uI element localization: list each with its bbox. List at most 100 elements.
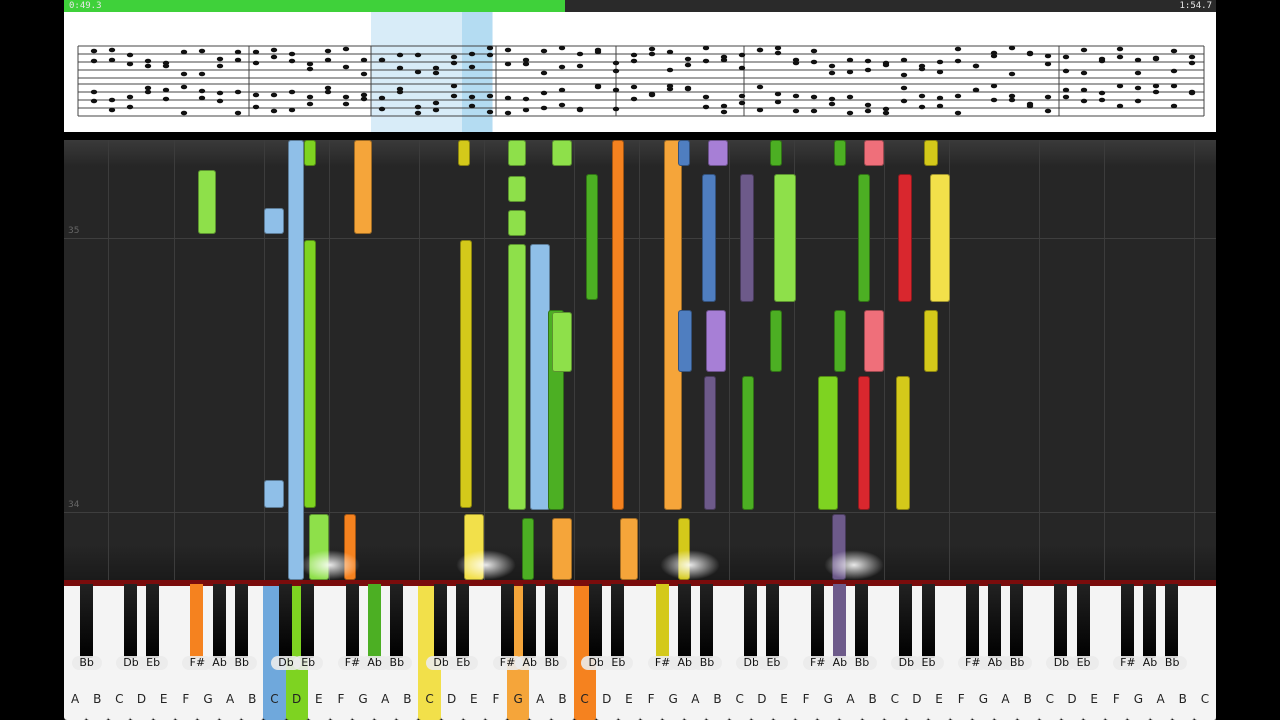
falling-note	[458, 140, 470, 166]
key-label: G	[823, 692, 833, 706]
falling-note	[198, 170, 216, 234]
black-key-db[interactable]: Db	[736, 584, 767, 670]
key-label: Eb	[138, 656, 169, 670]
key-label: E	[780, 692, 788, 706]
piano-roll: 35 34	[64, 140, 1216, 580]
black-key-db[interactable]: Db	[1046, 584, 1077, 670]
key-label: B	[713, 692, 722, 706]
falling-note	[898, 174, 912, 302]
black-key-f#[interactable]: F#	[492, 584, 523, 670]
falling-note	[678, 310, 692, 372]
key-hit-glow	[300, 550, 360, 580]
key-label: D	[136, 692, 147, 706]
key-label: Eb	[913, 656, 944, 670]
black-key-ab[interactable]: Ab	[979, 584, 1010, 670]
black-key-bb[interactable]: Bb	[226, 584, 257, 670]
key-label: C	[270, 692, 279, 706]
black-key-f#[interactable]: F#	[957, 584, 988, 670]
key-label: B	[248, 692, 257, 706]
black-key-db[interactable]: Db	[115, 584, 146, 670]
piano-keyboard[interactable]: ABCDEFGABCDEFGABCDEFGABCDEFGABCDEFGABCDE…	[64, 580, 1216, 720]
black-key-f#[interactable]: F#	[182, 584, 213, 670]
black-key-eb[interactable]: Eb	[913, 584, 944, 670]
black-key-db[interactable]: Db	[271, 584, 302, 670]
falling-note	[304, 140, 316, 166]
black-key-bb[interactable]: Bb	[536, 584, 567, 670]
black-key-ab[interactable]: Ab	[514, 584, 545, 670]
key-label: D	[1067, 692, 1077, 706]
black-key-eb[interactable]: Eb	[603, 584, 634, 670]
black-key-ab[interactable]: Ab	[824, 584, 855, 670]
falling-note	[702, 174, 716, 302]
black-key-db[interactable]: Db	[581, 584, 612, 670]
black-key-db[interactable]: Db	[426, 584, 457, 670]
falling-note	[552, 312, 572, 372]
key-hit-glow	[660, 550, 720, 580]
sheet-music-panel	[64, 12, 1216, 132]
black-key-ab[interactable]: Ab	[669, 584, 700, 670]
falling-note	[552, 518, 572, 580]
black-key-eb[interactable]: Eb	[1068, 584, 1099, 670]
key-label: F	[802, 692, 810, 706]
key-label: A	[1156, 692, 1165, 706]
key-label: A	[691, 692, 700, 706]
key-label: B	[403, 692, 412, 706]
black-key-ab[interactable]: Ab	[359, 584, 390, 670]
playback-progress-bar[interactable]: 0:49.3 1:54.7	[64, 0, 1216, 12]
key-label: C	[115, 692, 124, 706]
key-hit-glow	[824, 550, 884, 580]
falling-note	[354, 140, 372, 234]
black-key-db[interactable]: Db	[891, 584, 922, 670]
falling-note	[530, 244, 550, 510]
black-key-ab[interactable]: Ab	[1135, 584, 1166, 670]
key-hit-glow	[456, 550, 516, 580]
falling-note	[288, 140, 304, 580]
falling-note	[586, 174, 598, 300]
key-label: G	[203, 692, 213, 706]
black-key-f#[interactable]: F#	[1112, 584, 1143, 670]
falling-note	[264, 208, 284, 234]
black-key-f#[interactable]: F#	[802, 584, 833, 670]
falling-note	[706, 310, 726, 372]
black-key-bb[interactable]: Bb	[1157, 584, 1188, 670]
black-key-eb[interactable]: Eb	[758, 584, 789, 670]
falling-note	[864, 140, 884, 166]
black-key-eb[interactable]: Eb	[293, 584, 324, 670]
falling-note	[740, 174, 754, 302]
key-label: E	[314, 692, 323, 706]
black-key-f#[interactable]: F#	[337, 584, 368, 670]
black-key-eb[interactable]: Eb	[138, 584, 169, 670]
black-key-bb[interactable]: Bb	[691, 584, 722, 670]
black-key-f#[interactable]: F#	[647, 584, 678, 670]
falling-note	[896, 376, 910, 510]
black-key-bb[interactable]: Bb	[381, 584, 412, 670]
falling-note	[678, 140, 690, 166]
key-label: G	[668, 692, 678, 706]
key-label: D	[602, 692, 612, 706]
key-label: F	[492, 692, 500, 706]
key-label: C	[580, 692, 589, 706]
key-label: E	[935, 692, 943, 706]
black-key-bb[interactable]: Bb	[847, 584, 878, 670]
key-label: Eb	[448, 656, 479, 670]
black-key-eb[interactable]: Eb	[448, 584, 479, 670]
falling-note	[924, 140, 938, 166]
key-label: Bb	[1002, 656, 1033, 670]
falling-note	[924, 310, 938, 372]
key-label: E	[159, 692, 168, 706]
black-key-ab[interactable]: Ab	[204, 584, 235, 670]
elapsed-time: 0:49.3	[69, 1, 102, 11]
falling-note	[508, 210, 526, 236]
white-key-c[interactable]: C	[1193, 586, 1216, 720]
total-time: 1:54.7	[1179, 1, 1212, 11]
key-label: G	[978, 692, 989, 706]
key-label: B	[558, 692, 567, 706]
black-key-bb[interactable]: Bb	[71, 584, 102, 670]
falling-note	[304, 240, 316, 508]
progress-fill	[64, 0, 566, 12]
falling-note	[858, 376, 870, 510]
key-label: G	[513, 692, 523, 706]
falling-note	[552, 140, 572, 166]
black-key-bb[interactable]: Bb	[1002, 584, 1033, 670]
key-label: Bb	[691, 656, 722, 670]
